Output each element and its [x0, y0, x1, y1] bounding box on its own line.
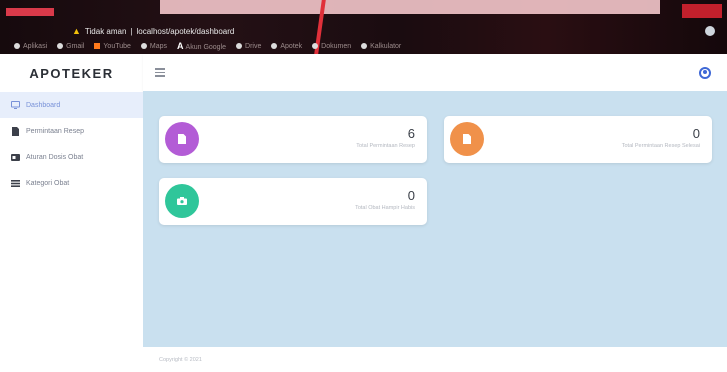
brand-logo[interactable]: APOTEKER: [0, 54, 143, 92]
stat-label: Total Permintaan Resep: [356, 143, 415, 149]
stat-count: 0: [407, 188, 415, 203]
stat-card-total-resep: 6 Total Permintaan Resep: [159, 116, 427, 163]
sidebar-item-label: Aturan Dosis Obat: [26, 153, 84, 161]
bookmark-item[interactable]: Drive: [236, 43, 261, 50]
bookmark-icon: [94, 42, 101, 49]
letter-a-icon: A: [177, 41, 184, 51]
dashboard-main: 6 Total Permintaan Resep 0 Total Permint…: [143, 91, 727, 347]
bookmark-item[interactable]: YouTube: [94, 43, 131, 50]
sidebar-item-label: Dashboard: [26, 101, 61, 109]
globe-icon: [361, 42, 368, 49]
footer-text: Copyright © 2021: [159, 356, 202, 363]
sidebar-item-aturan-dosis-obat[interactable]: Aturan Dosis Obat: [0, 144, 143, 170]
address-url: localhost/apotek/dashboard: [136, 26, 235, 36]
bookmark-item[interactable]: Apotek: [271, 43, 302, 50]
sidebar-item-dashboard[interactable]: Dashboard: [0, 92, 143, 118]
bookmark-item[interactable]: Kalkulator: [361, 43, 401, 50]
globe-icon: [140, 42, 147, 49]
document-icon: [10, 126, 20, 136]
stat-label: Total Permintaan Resep Selesai: [621, 143, 700, 149]
sidebar-item-kategori-obat[interactable]: Kategori Obat: [0, 170, 143, 196]
address-warning: Tidak aman: [84, 26, 127, 36]
user-circle-icon[interactable]: [699, 66, 711, 79]
file-icon: [450, 122, 484, 156]
bookmarks-bar: Aplikasi Gmail YouTube Maps A Akun Google…: [14, 40, 717, 52]
stat-card-resep-selesai: 0 Total Permintaan Resep Selesai: [444, 116, 712, 163]
globe-icon: [14, 42, 20, 49]
sidebar-item-label: Kategori Obat: [26, 179, 70, 187]
bookmark-item[interactable]: A Akun Google: [177, 41, 226, 51]
sidebar-item-permintaan-resep[interactable]: Permintaan Resep: [0, 118, 143, 144]
globe-icon: [236, 42, 243, 49]
sidebar: APOTEKER Dashboard Permintaan Resep Atur…: [0, 54, 143, 372]
bookmark-item[interactable]: Dokumen: [312, 43, 351, 50]
list-icon: [10, 178, 20, 188]
window-close-button[interactable]: [682, 4, 722, 18]
bookmark-item[interactable]: Gmail: [57, 43, 84, 50]
monitor-icon: [10, 100, 20, 110]
browser-profile-icon[interactable]: [705, 26, 715, 36]
top-header: [143, 54, 727, 91]
file-icon: [165, 122, 199, 156]
browser-chrome: ▲ Tidak aman | localhost/apotek/dashboar…: [0, 0, 727, 54]
stat-count: 0: [692, 126, 700, 141]
globe-icon: [312, 42, 319, 49]
globe-icon: [57, 42, 64, 49]
bookmark-item[interactable]: Maps: [140, 42, 167, 50]
stat-count: 6: [407, 126, 415, 141]
hamburger-icon[interactable]: [155, 66, 165, 79]
globe-icon: [271, 42, 278, 49]
stat-card-obat-habis: 0 Total Obat Hampir Habis: [159, 178, 427, 225]
card-icon: [10, 152, 20, 162]
stat-label: Total Obat Hampir Habis: [355, 205, 415, 211]
warning-icon: ▲: [72, 26, 81, 36]
page-footer: Copyright © 2021: [143, 347, 727, 372]
tab-strip: [160, 0, 660, 14]
camera-icon: [165, 184, 199, 218]
sidebar-item-label: Permintaan Resep: [26, 127, 84, 135]
browser-tab[interactable]: [6, 8, 54, 16]
sidebar-nav: Dashboard Permintaan Resep Aturan Dosis …: [0, 92, 143, 196]
bookmark-item[interactable]: Aplikasi: [14, 43, 47, 50]
address-bar[interactable]: ▲ Tidak aman | localhost/apotek/dashboar…: [72, 24, 234, 38]
